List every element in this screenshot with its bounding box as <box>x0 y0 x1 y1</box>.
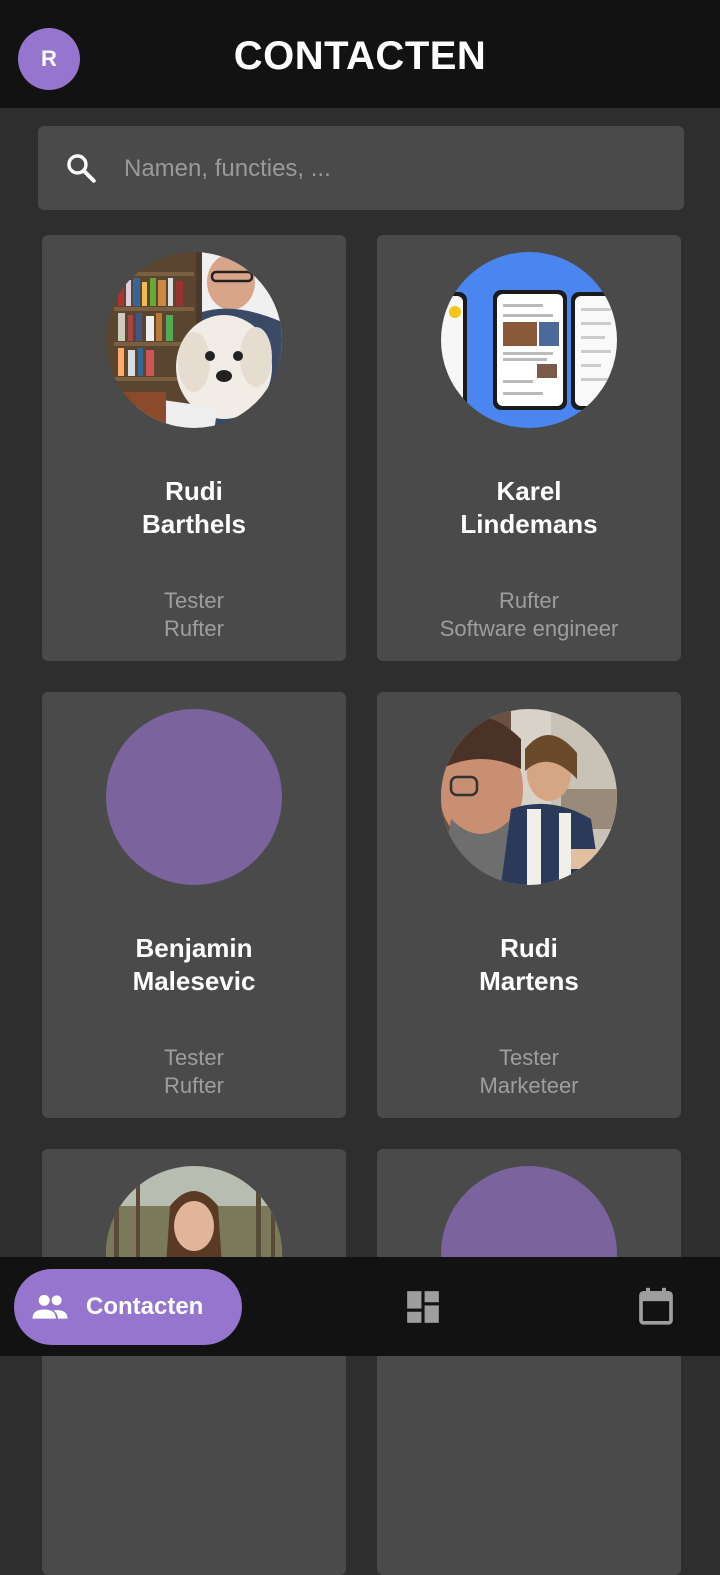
contact-name: Rudi Martens <box>479 933 579 996</box>
contact-avatar-photo <box>441 252 617 428</box>
top-app-bar: R CONTACTEN <box>0 0 720 108</box>
search-bar[interactable] <box>38 126 684 212</box>
contact-card[interactable] <box>377 1149 681 1575</box>
contact-avatar-placeholder <box>106 709 282 885</box>
people-icon <box>32 1294 68 1319</box>
nav-active-label: Contacten <box>86 1293 204 1320</box>
contact-name: Karel Lindemans <box>460 476 598 539</box>
contact-roles: Tester Rufter <box>164 1045 224 1098</box>
nav-contacten-button[interactable]: Contacten <box>14 1269 242 1345</box>
search-input[interactable] <box>122 126 666 212</box>
contact-name: Benjamin Malesevic <box>132 933 256 996</box>
contact-avatar-photo <box>441 709 617 885</box>
dashboard-icon[interactable] <box>404 1288 442 1326</box>
calendar-icon[interactable] <box>636 1286 676 1328</box>
contact-card[interactable] <box>42 1149 346 1575</box>
contact-card[interactable]: Benjamin Malesevic Tester Rufter <box>42 692 346 1118</box>
contact-avatar-photo <box>106 252 282 428</box>
contact-roles: Rufter Software engineer <box>439 588 619 641</box>
contact-roles: Tester Marketeer <box>479 1045 579 1098</box>
search-icon <box>67 154 96 183</box>
contact-card[interactable]: Karel Lindemans Rufter Software engineer <box>377 235 681 661</box>
contact-card[interactable]: Rudi Barthels Tester Rufter <box>42 235 346 661</box>
contact-roles: Tester Rufter <box>164 588 224 641</box>
bottom-navigation: Contacten <box>0 1257 720 1356</box>
page-title: CONTACTEN <box>233 34 487 78</box>
contact-card[interactable]: Rudi Martens Tester Marketeer <box>377 692 681 1118</box>
contact-name: Rudi Barthels <box>141 476 247 539</box>
